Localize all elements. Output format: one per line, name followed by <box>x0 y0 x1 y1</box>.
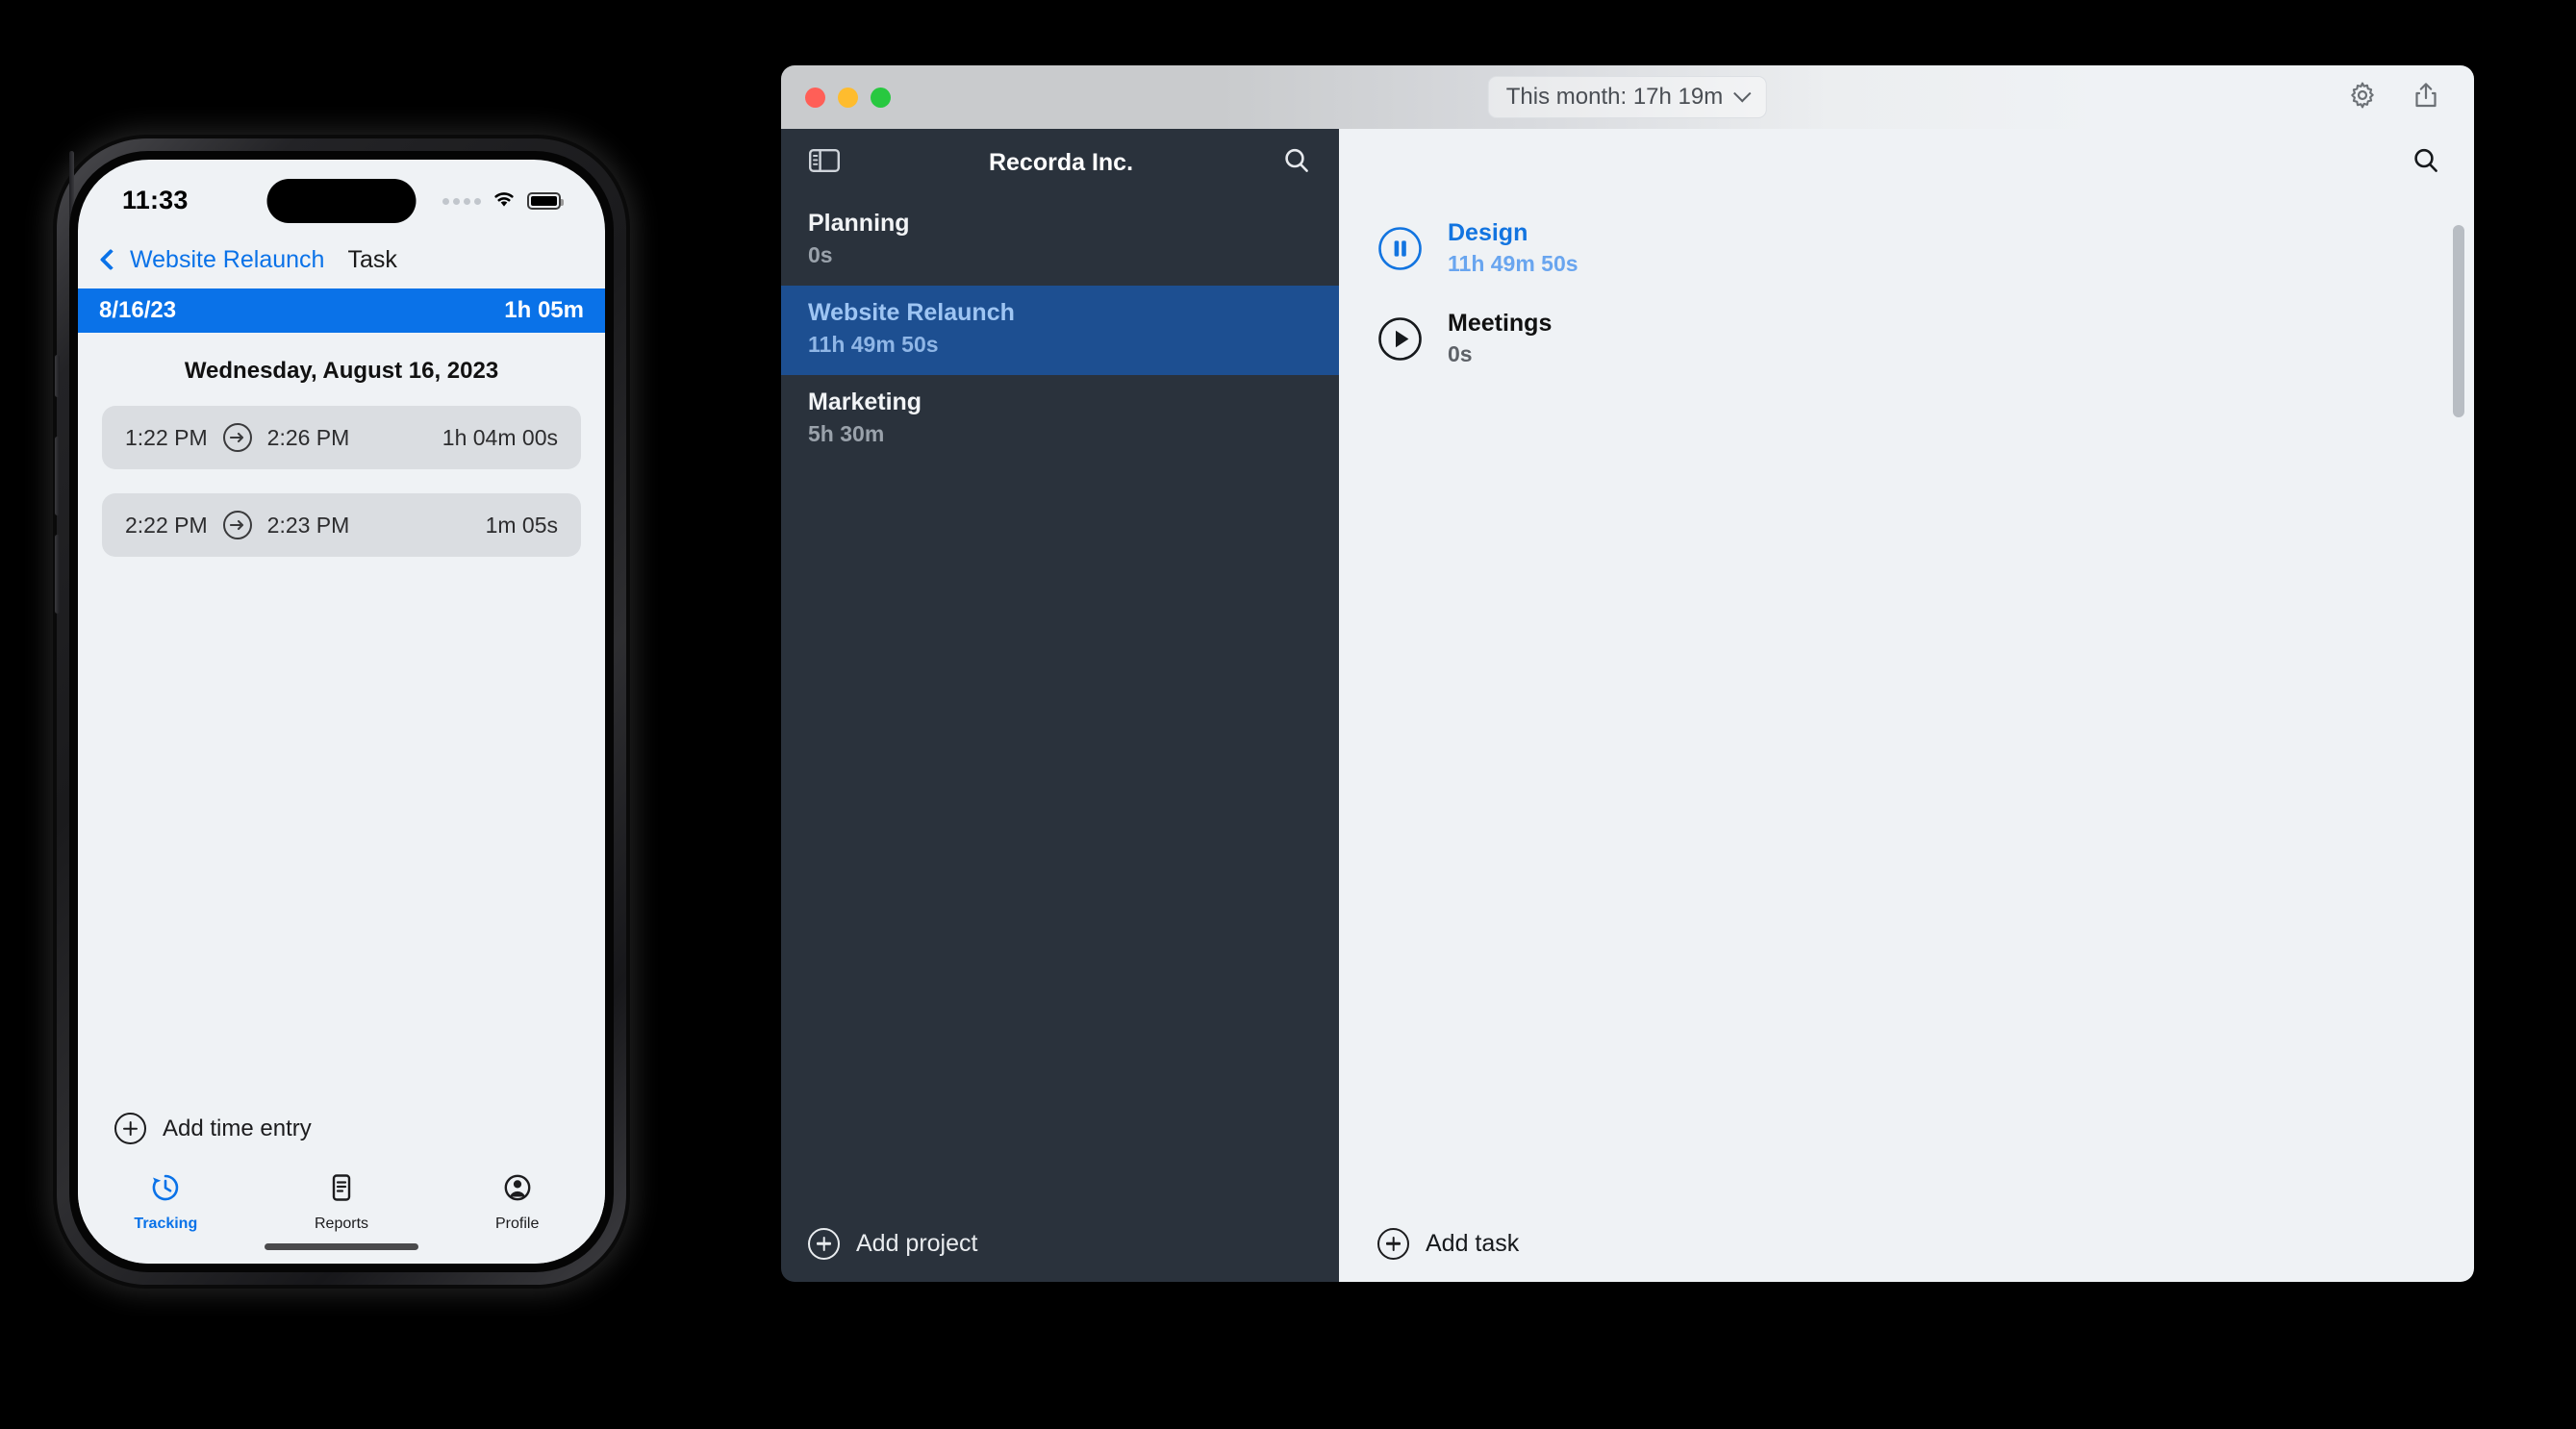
traffic-lights <box>781 87 891 108</box>
project-duration: 5h 30m <box>808 421 885 446</box>
search-icon[interactable] <box>2411 145 2441 181</box>
search-icon[interactable] <box>1281 145 1312 181</box>
sidebar-footer: Add project <box>781 1205 1339 1282</box>
phone-bezel: 11:33 Website Relaunch Task 8/16/23 1h 0… <box>69 151 614 1272</box>
tab-tracking-label: Tracking <box>134 1216 198 1232</box>
status-bar: 11:33 <box>78 160 605 231</box>
entry-end-time: 2:23 PM <box>266 512 350 538</box>
project-duration: 11h 49m 50s <box>808 332 939 357</box>
tab-profile[interactable]: Profile <box>429 1171 605 1233</box>
task-list: Design 11h 49m 50s Meetings 0s <box>1339 196 2474 1205</box>
share-icon[interactable] <box>2411 80 2441 115</box>
project-row-planning[interactable]: Planning 0s <box>781 196 1339 286</box>
gear-icon[interactable] <box>2347 80 2378 115</box>
organization-title: Recorda Inc. <box>988 148 1134 176</box>
content-header <box>1339 129 2474 196</box>
entry-start-time: 1:22 PM <box>125 424 208 450</box>
project-row-marketing[interactable]: Marketing 5h 30m <box>781 375 1339 464</box>
status-time: 11:33 <box>122 185 189 214</box>
add-project-button[interactable]: Add project <box>808 1227 978 1260</box>
add-task-button[interactable]: Add task <box>1377 1227 1520 1260</box>
task-name: Design <box>1448 219 1528 246</box>
tab-tracking[interactable]: Tracking <box>78 1171 254 1233</box>
task-row-meetings[interactable]: Meetings 0s <box>1377 310 2474 367</box>
document-icon <box>325 1171 358 1209</box>
main-content: Design 11h 49m 50s Meetings 0s Add task <box>1339 129 2474 1282</box>
add-project-label: Add project <box>856 1229 978 1257</box>
sidebar-header: Recorda Inc. <box>781 129 1339 196</box>
entry-duration: 1m 05s <box>485 512 558 538</box>
phone-nav-bar: Website Relaunch Task <box>78 231 605 288</box>
back-button[interactable]: Website Relaunch <box>99 246 324 274</box>
battery-icon <box>527 192 564 210</box>
add-time-entry-label: Add time entry <box>163 1115 312 1141</box>
entry-start-time: 2:22 PM <box>125 512 208 538</box>
phone-frame: 11:33 Website Relaunch Task 8/16/23 1h 0… <box>55 138 626 1285</box>
play-circle-icon[interactable] <box>1377 316 1423 362</box>
project-duration: 0s <box>808 242 833 267</box>
pause-circle-icon[interactable] <box>1377 226 1423 271</box>
entry-end-time: 2:26 PM <box>266 424 350 450</box>
wifi-icon <box>492 189 517 213</box>
project-row-website-relaunch[interactable]: Website Relaunch 11h 49m 50s <box>781 286 1339 375</box>
window-title-bar: This month: 17h 19m <box>781 65 2474 129</box>
date-total-duration: 1h 05m <box>504 297 584 323</box>
home-indicator[interactable] <box>265 1243 418 1250</box>
time-entry-row[interactable]: 1:22 PM 2:26 PM 1h 04m 00s <box>102 406 581 469</box>
status-indicators <box>442 189 564 213</box>
tab-profile-label: Profile <box>495 1216 540 1232</box>
task-text: Meetings 0s <box>1448 310 1552 367</box>
sidebar: Recorda Inc. Planning 0s Website Relaunc… <box>781 129 1339 1282</box>
content-footer: Add task <box>1339 1205 2474 1282</box>
add-task-label: Add task <box>1426 1229 1520 1257</box>
tab-reports-label: Reports <box>314 1216 369 1232</box>
screenshot-root: 11:33 Website Relaunch Task 8/16/23 1h 0… <box>0 0 2576 1429</box>
minimize-button[interactable] <box>838 87 858 108</box>
task-row-design[interactable]: Design 11h 49m 50s <box>1377 219 2474 277</box>
page-title: Task <box>347 245 397 273</box>
phone-silent-switch[interactable] <box>55 355 60 397</box>
task-name: Meetings <box>1448 310 1553 337</box>
time-entry-list: 1:22 PM 2:26 PM 1h 04m 00s 2:22 PM 2:23 … <box>78 406 605 557</box>
phone-volume-down-button[interactable] <box>55 535 60 614</box>
entry-duration: 1h 04m 00s <box>442 424 558 450</box>
window-toolbar-actions <box>2347 80 2474 115</box>
project-name: Marketing <box>808 389 922 415</box>
project-name: Planning <box>808 210 910 237</box>
day-heading: Wednesday, August 16, 2023 <box>184 358 499 384</box>
plus-circle-icon <box>808 1227 840 1260</box>
window-body: Recorda Inc. Planning 0s Website Relaunc… <box>781 129 2474 1282</box>
time-entry-row[interactable]: 2:22 PM 2:23 PM 1m 05s <box>102 493 581 557</box>
date-label: 8/16/23 <box>99 297 177 323</box>
phone-screen: 11:33 Website Relaunch Task 8/16/23 1h 0… <box>78 160 605 1264</box>
task-duration: 11h 49m 50s <box>1448 251 1578 276</box>
task-text: Design 11h 49m 50s <box>1448 219 1578 277</box>
chevron-left-icon <box>99 248 122 271</box>
back-button-label: Website Relaunch <box>130 245 325 273</box>
zoom-button[interactable] <box>871 87 891 108</box>
task-duration: 0s <box>1448 341 1473 366</box>
arrow-right-icon <box>222 511 252 539</box>
close-button[interactable] <box>805 87 825 108</box>
project-list: Planning 0s Website Relaunch 11h 49m 50s… <box>781 196 1339 1205</box>
plus-circle-icon <box>1377 1227 1409 1260</box>
arrow-right-icon <box>222 423 252 452</box>
phone-volume-up-button[interactable] <box>55 437 60 515</box>
vertical-scrollbar[interactable] <box>2453 225 2464 417</box>
plus-circle-icon <box>114 1113 146 1144</box>
tab-reports[interactable]: Reports <box>254 1171 430 1233</box>
date-summary-bar[interactable]: 8/16/23 1h 05m <box>78 288 605 333</box>
sidebar-toggle-icon[interactable] <box>808 147 841 179</box>
person-circle-icon <box>501 1171 534 1209</box>
period-selector[interactable]: This month: 17h 19m <box>1487 76 1768 118</box>
mac-app-window: This month: 17h 19m Recorda Inc. Plannin… <box>781 65 2474 1282</box>
chevron-down-icon <box>1733 84 1752 102</box>
project-name: Website Relaunch <box>808 299 1015 326</box>
period-selector-label: This month: 17h 19m <box>1505 84 1724 110</box>
clock-arrow-icon <box>149 1171 182 1209</box>
iphone-mockup: 11:33 Website Relaunch Task 8/16/23 1h 0… <box>53 135 630 1289</box>
cellular-signal-icon <box>442 197 481 205</box>
add-time-entry-button[interactable]: Add time entry <box>114 1113 312 1144</box>
dynamic-island <box>266 179 417 223</box>
